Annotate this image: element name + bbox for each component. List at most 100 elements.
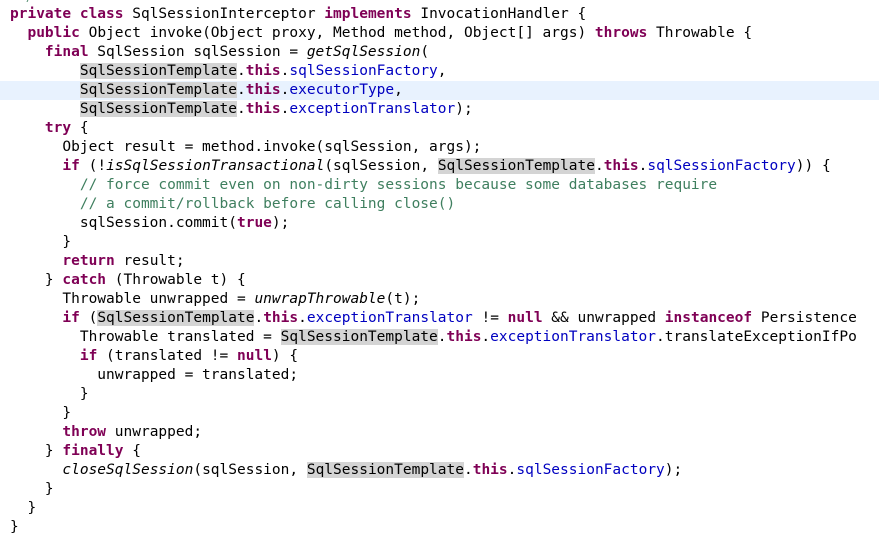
code-token: && unwrapped <box>542 310 665 326</box>
keyword-token: implements <box>324 6 412 22</box>
keyword-token: if <box>79 348 98 364</box>
code-token: Throwable translated = <box>10 329 281 345</box>
code-token: , <box>394 82 403 98</box>
code-editor[interactable]: */ private class SqlSessionInterceptor i… <box>0 0 879 534</box>
code-line[interactable]: if (translated != null) { <box>10 347 298 366</box>
code-token: } <box>10 272 63 288</box>
code-token: (! <box>79 158 107 174</box>
comment-token: // a commit/rollback before calling clos… <box>79 196 456 212</box>
code-token: .translateExceptionIfPo <box>656 329 857 345</box>
occurrence-highlight-token: SqlSessionTemplate <box>79 63 237 79</box>
keyword-token: return <box>62 253 115 269</box>
code-line[interactable]: try { <box>10 119 89 138</box>
code-token: { <box>123 443 141 459</box>
code-token: ) { <box>271 348 299 364</box>
code-line[interactable]: } <box>10 518 19 534</box>
field-token: sqlSessionFactory <box>289 63 438 79</box>
keyword-token: this <box>245 63 281 79</box>
keyword-token: if <box>62 310 80 326</box>
code-line[interactable]: public Object invoke(Object proxy, Metho… <box>10 24 752 43</box>
code-token: . <box>481 329 491 345</box>
static-method-token: isSqlSessionTransactional <box>106 158 325 174</box>
keyword-token: class <box>79 6 124 22</box>
code-line[interactable]: } finally { <box>10 442 141 461</box>
code-token: ); <box>455 101 473 117</box>
occurrence-highlight-token: SqlSessionTemplate <box>97 310 255 326</box>
code-line[interactable]: } catch (Throwable t) { <box>10 271 246 290</box>
field-token: exceptionTranslator <box>490 329 657 345</box>
code-token: result; <box>114 253 185 269</box>
keyword-token: this <box>472 462 508 478</box>
code-line[interactable]: closeSqlSession(sqlSession, SqlSessionTe… <box>10 461 682 480</box>
code-token: . <box>254 310 264 326</box>
static-method-token: unwrapThrowable <box>254 291 386 307</box>
code-token: . <box>594 158 604 174</box>
code-token: (sqlSession, <box>193 462 307 478</box>
scrolled-comment-fragment: */ <box>20 0 32 4</box>
code-token: . <box>437 329 447 345</box>
code-line[interactable]: } <box>10 499 36 518</box>
keyword-token: throw <box>62 424 107 440</box>
code-token: Object invoke(Object proxy, Method metho… <box>79 25 595 41</box>
keyword-token: throws <box>594 25 648 41</box>
code-line[interactable]: } <box>10 385 89 404</box>
keyword-token: try <box>44 120 72 136</box>
code-token: . <box>236 82 246 98</box>
code-token: (sqlSession, <box>324 158 438 174</box>
keyword-token: final <box>44 44 89 60</box>
code-line[interactable]: throw unwrapped; <box>10 423 202 442</box>
code-line[interactable]: // force commit even on non-dirty sessio… <box>10 176 717 195</box>
code-token: ); <box>271 215 290 231</box>
keyword-token: this <box>263 310 299 326</box>
code-line[interactable]: Throwable translated = SqlSessionTemplat… <box>10 328 857 347</box>
code-token: . <box>298 310 307 326</box>
code-line[interactable]: Object result = method.invoke(sqlSession… <box>10 138 481 157</box>
code-line[interactable]: } <box>10 480 54 499</box>
code-token: unwrapped = translated; <box>10 367 299 383</box>
comment-token: // force commit even on non-dirty sessio… <box>79 177 718 193</box>
code-line-current[interactable]: SqlSessionTemplate.this.executorType, <box>0 81 879 100</box>
occurrence-highlight-token: SqlSessionTemplate <box>437 158 595 174</box>
code-line[interactable]: SqlSessionTemplate.this.exceptionTransla… <box>10 100 473 119</box>
field-token: sqlSessionFactory <box>516 462 665 478</box>
keyword-token: private <box>10 6 72 22</box>
code-token: SqlSessionInterceptor <box>123 6 325 22</box>
code-token: Throwable { <box>647 25 753 41</box>
code-line[interactable]: SqlSessionTemplate.this.sqlSessionFactor… <box>10 62 447 81</box>
code-line[interactable]: // a commit/rollback before calling clos… <box>10 195 455 214</box>
code-token: ( <box>420 44 430 60</box>
keyword-token: true <box>236 215 272 231</box>
code-line[interactable]: } <box>10 233 71 252</box>
keyword-token: this <box>603 158 639 174</box>
code-line[interactable]: sqlSession.commit(true); <box>10 214 290 233</box>
keyword-token: this <box>446 329 482 345</box>
code-line[interactable]: private class SqlSessionInterceptor impl… <box>10 5 586 24</box>
code-line[interactable]: if (SqlSessionTemplate.this.exceptionTra… <box>10 309 857 328</box>
code-token: (Throwable t) { <box>106 272 246 288</box>
occurrence-highlight-token: SqlSessionTemplate <box>79 82 237 98</box>
code-line[interactable]: unwrapped = translated; <box>10 366 298 385</box>
occurrence-highlight-token: SqlSessionTemplate <box>280 329 438 345</box>
code-line[interactable]: } <box>10 404 71 423</box>
code-line[interactable]: final SqlSession sqlSession = getSqlSess… <box>10 43 429 62</box>
code-token: Throwable unwrapped = <box>10 291 255 307</box>
code-line[interactable]: return result; <box>10 252 185 271</box>
code-token: . <box>236 101 246 117</box>
code-token: } <box>10 234 72 250</box>
code-token: } <box>10 405 72 421</box>
keyword-token: instanceof <box>664 310 753 326</box>
keyword-token: public <box>27 25 80 41</box>
code-token: { <box>71 120 89 136</box>
code-line[interactable]: Throwable unwrapped = unwrapThrowable(t)… <box>10 290 420 309</box>
keyword-token: finally <box>62 443 124 459</box>
code-token: } <box>10 481 54 497</box>
code-token: )) { <box>795 158 831 174</box>
code-line[interactable]: if (!isSqlSessionTransactional(sqlSessio… <box>10 157 831 176</box>
